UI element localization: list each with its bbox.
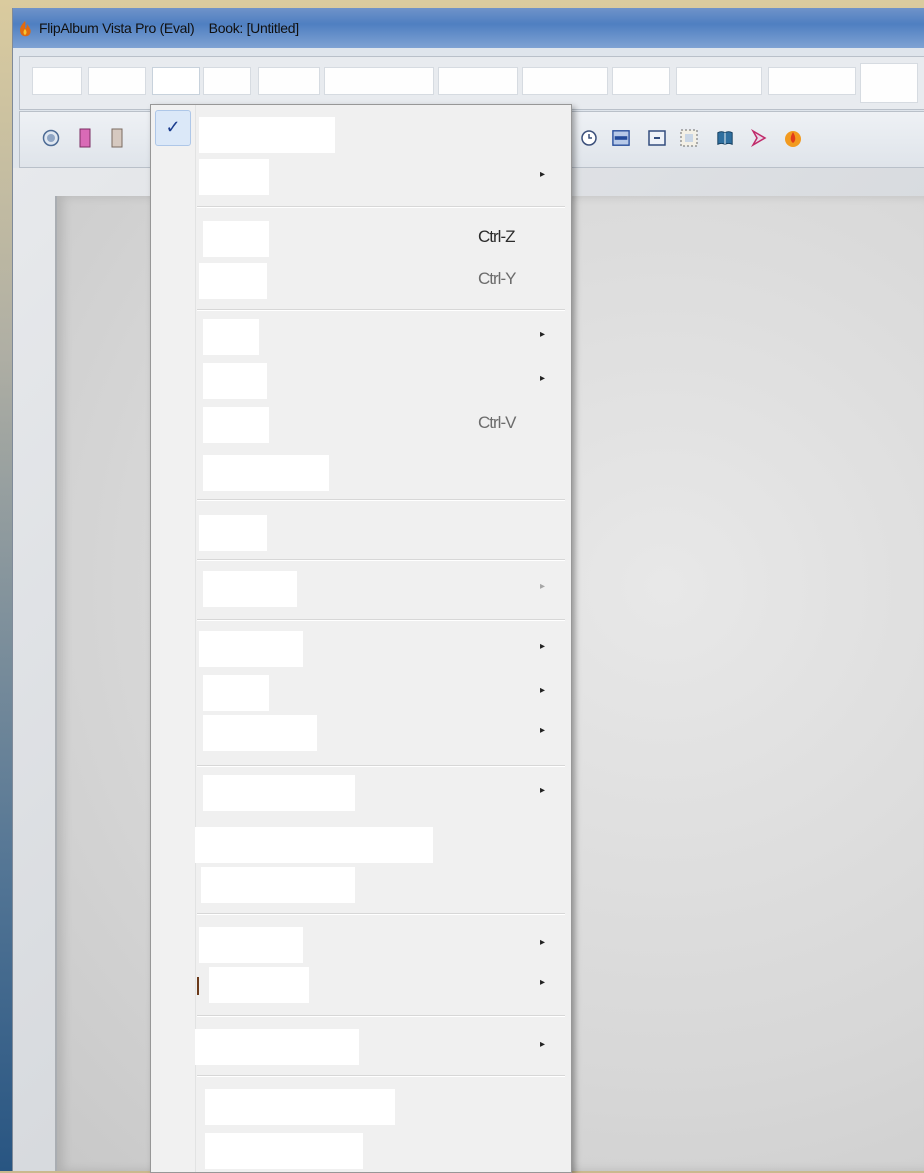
menu-bar — [19, 56, 924, 110]
menu-marker — [197, 977, 199, 995]
menu-separator — [197, 206, 565, 208]
menu-option-6[interactable]: ▸ — [195, 363, 569, 403]
menu-option-redo[interactable]: Ctrl-Y — [195, 263, 569, 303]
menu-option-label — [203, 319, 259, 355]
menu-option-label — [209, 967, 309, 1003]
menu-option-label — [203, 775, 355, 811]
menu-separator — [197, 913, 565, 915]
menu-item-1[interactable] — [32, 67, 82, 95]
submenu-arrow-icon: ▸ — [540, 685, 546, 696]
menu-separator — [197, 1015, 565, 1017]
menu-item-12[interactable] — [860, 63, 918, 103]
menu-item-4[interactable] — [203, 67, 251, 95]
menu-separator — [197, 559, 565, 561]
menu-item-9[interactable] — [612, 67, 670, 95]
menu-option-label — [203, 221, 269, 257]
menu-gutter — [151, 105, 196, 1172]
menu-option-2[interactable]: ▸ — [195, 159, 569, 199]
box-icon[interactable] — [648, 129, 666, 147]
menu-item-11[interactable] — [768, 67, 856, 95]
menu-option-undo[interactable]: Ctrl-Z — [195, 221, 569, 261]
menu-option-label — [203, 407, 269, 443]
menu-option-label — [199, 117, 335, 153]
shortcut-label: Ctrl-Y — [478, 269, 516, 288]
checkmark-icon: ✓ — [155, 110, 191, 146]
clock-icon[interactable] — [580, 129, 598, 147]
menu-option-16[interactable] — [195, 867, 569, 907]
menu-separator — [197, 309, 565, 311]
menu-option-13[interactable]: ▸ — [195, 715, 569, 755]
menu-item-3-active[interactable] — [152, 67, 200, 95]
submenu-arrow-icon: ▸ — [540, 641, 546, 652]
menu-option-label — [195, 827, 433, 863]
menu-option-8[interactable] — [195, 455, 569, 495]
submenu-arrow-icon: ▸ — [540, 329, 546, 340]
menu-option-10[interactable]: ▸ — [195, 571, 569, 611]
dotted-box-icon[interactable] — [680, 129, 698, 147]
menu-option-label — [199, 159, 269, 195]
menu-option-15[interactable] — [195, 827, 569, 867]
menu-option-12[interactable]: ▸ — [195, 675, 569, 715]
submenu-arrow-icon: ▸ — [540, 373, 546, 384]
menu-item-5[interactable] — [258, 67, 320, 95]
menu-option-11[interactable]: ▸ — [195, 631, 569, 671]
menu-option-label — [203, 675, 269, 711]
menu-option-label — [199, 631, 303, 667]
menu-option-20[interactable] — [195, 1089, 569, 1129]
menu-option-label — [205, 1133, 363, 1169]
menu-option-1[interactable] — [195, 117, 569, 157]
book-icon[interactable] — [716, 129, 734, 147]
submenu-arrow-icon: ▸ — [540, 725, 546, 736]
shortcut-label: Ctrl-V — [478, 413, 516, 432]
menu-option-paste[interactable]: Ctrl-V — [195, 407, 569, 447]
menu-option-label — [201, 867, 355, 903]
menu-option-label — [203, 363, 267, 399]
menu-separator — [197, 765, 565, 767]
menu-option-17[interactable]: ▸ — [195, 927, 569, 967]
shortcut-label: Ctrl-Z — [478, 227, 515, 246]
flipalbum-flame-icon — [17, 20, 33, 38]
menu-option-18[interactable]: ▸ — [195, 967, 569, 1007]
dropdown-menu: ✓ ▸ Ctrl-Z Ctrl-Y ▸ ▸ Ctrl-V ▸ ▸ ▸ ▸ ▸ ▸… — [150, 104, 572, 1173]
submenu-arrow-icon: ▸ — [540, 937, 546, 948]
menu-separator — [197, 1075, 565, 1077]
page-pink-icon[interactable] — [76, 128, 94, 148]
menu-item-8[interactable] — [522, 67, 608, 95]
menu-option-label — [199, 263, 267, 299]
menu-option-label — [199, 927, 303, 963]
menu-option-label — [203, 455, 329, 491]
menu-option-9[interactable] — [195, 515, 569, 555]
menu-separator — [197, 619, 565, 621]
page-icon[interactable] — [108, 128, 126, 148]
record-icon[interactable] — [42, 129, 60, 147]
submenu-arrow-icon: ▸ — [540, 1039, 546, 1050]
menu-option-5[interactable]: ▸ — [195, 319, 569, 359]
menu-separator — [197, 499, 565, 501]
menu-item-2[interactable] — [88, 67, 146, 95]
title-bar[interactable]: FlipAlbum Vista Pro (Eval) Book: [Untitl… — [13, 8, 924, 48]
menu-option-19[interactable]: ▸ — [195, 1029, 569, 1069]
menu-option-label — [199, 515, 267, 551]
frame-blue-icon[interactable] — [612, 129, 630, 147]
menu-option-label — [203, 715, 317, 751]
submenu-arrow-icon: ▸ — [540, 581, 546, 592]
menu-option-label — [205, 1089, 395, 1125]
submenu-arrow-icon: ▸ — [540, 785, 546, 796]
window-title: FlipAlbum Vista Pro (Eval) Book: [Untitl… — [39, 20, 299, 36]
menu-item-7[interactable] — [438, 67, 518, 95]
menu-option-21[interactable] — [195, 1133, 569, 1173]
menu-item-6[interactable] — [324, 67, 434, 95]
menu-option-14[interactable]: ▸ — [195, 775, 569, 815]
menu-option-label — [203, 571, 297, 607]
submenu-arrow-icon: ▸ — [540, 169, 546, 180]
flame-icon[interactable] — [784, 129, 802, 147]
menu-item-10[interactable] — [676, 67, 762, 95]
menu-option-label — [195, 1029, 359, 1065]
arrow-icon[interactable] — [750, 129, 768, 147]
submenu-arrow-icon: ▸ — [540, 977, 546, 988]
